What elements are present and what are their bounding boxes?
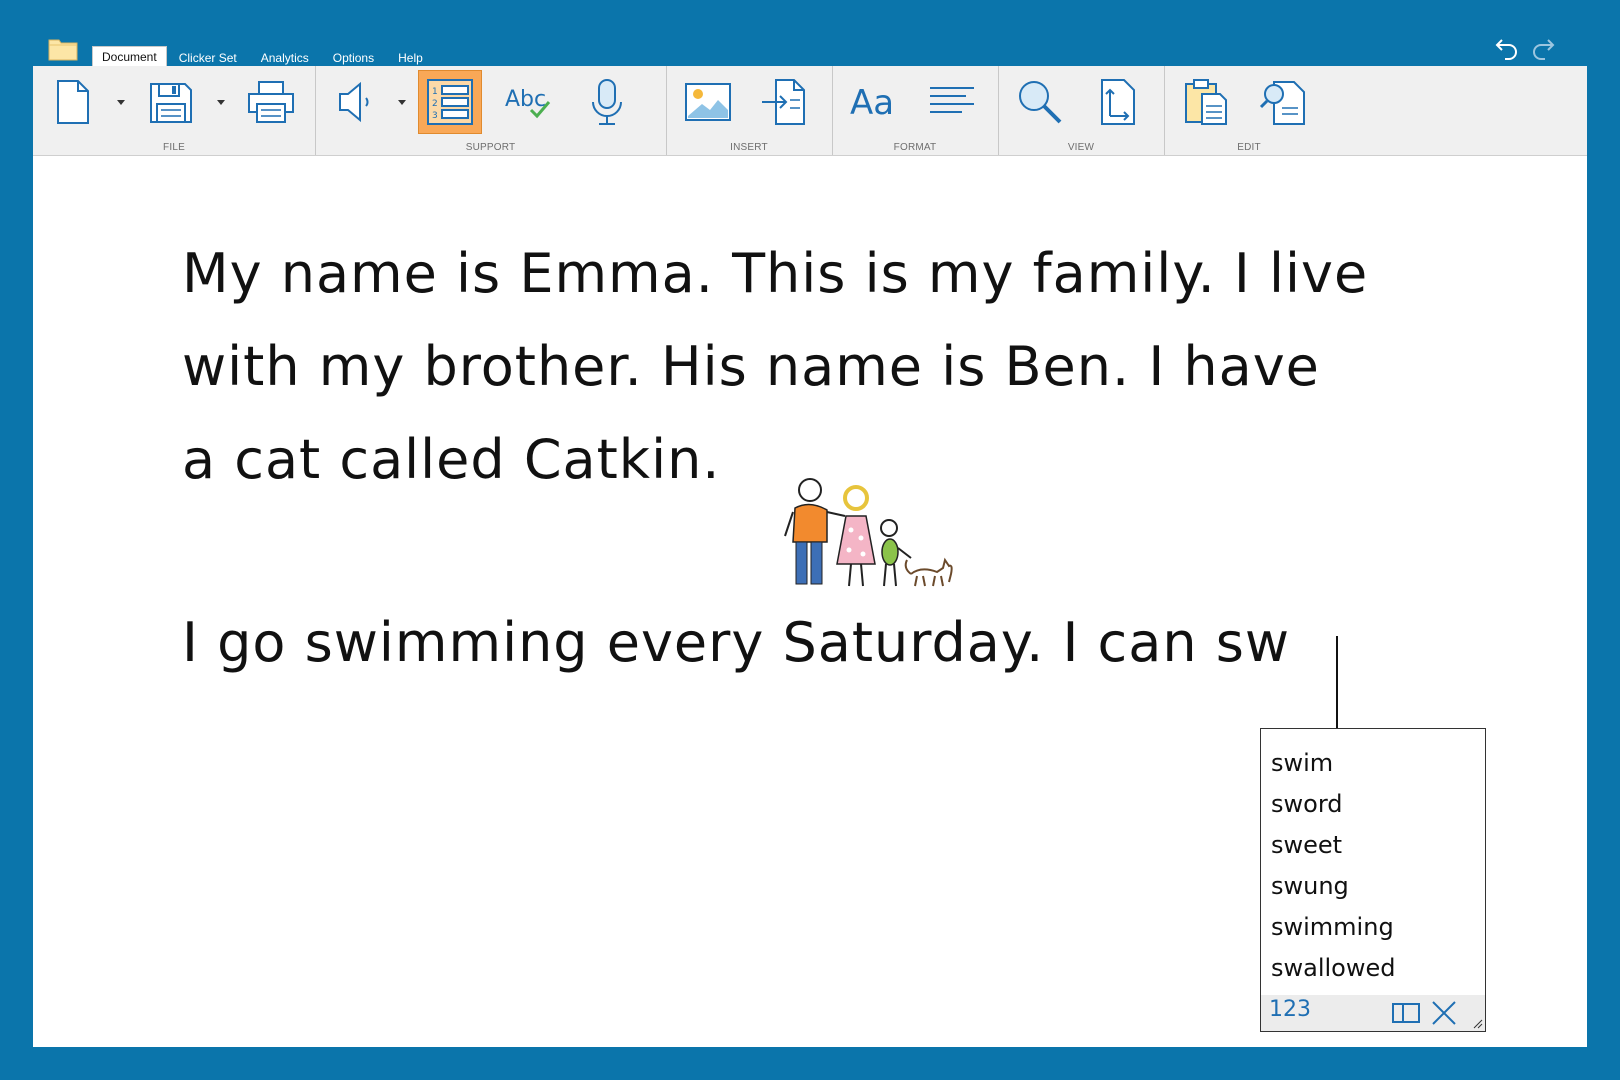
paragraph-2: I go swimming every Saturday. I can sw (182, 596, 1290, 689)
insert-group-label: INSERT (730, 142, 768, 153)
format-group-label: FORMAT (893, 142, 937, 153)
svg-text:Aa: Aa (850, 83, 894, 123)
prediction-item[interactable]: swim (1271, 743, 1485, 784)
speaker-icon (339, 81, 369, 123)
find-button[interactable] (1252, 70, 1316, 134)
prediction-list: swim sword sweet swung swimming swallowe… (1261, 729, 1485, 989)
edit-group-label: EDIT (1237, 142, 1261, 153)
prediction-toolbar: 123 (1261, 995, 1485, 1031)
redo-icon[interactable] (1530, 36, 1556, 60)
text-line: with my brother. His name is Ben. I have (182, 335, 1320, 398)
new-document-button[interactable] (40, 70, 104, 134)
text-line: My name is Emma. This is my family. I li… (182, 242, 1369, 305)
new-document-icon (57, 80, 89, 124)
paragraph-button[interactable] (920, 70, 984, 134)
insert-group: INSERT (666, 66, 833, 155)
dictation-button[interactable] (575, 70, 639, 134)
resize-grip-icon[interactable] (1473, 1019, 1483, 1029)
family-picture (784, 478, 953, 587)
word-list-icon: 1 2 3 (427, 79, 473, 125)
support-group-label: SUPPORT (465, 142, 516, 153)
svg-text:2: 2 (432, 99, 438, 109)
tab-document[interactable]: Document (92, 46, 167, 67)
file-group-label: FILE (163, 142, 185, 153)
tab-clicker-set[interactable]: Clicker Set (167, 48, 249, 67)
spellcheck-icon: Abc (505, 87, 551, 119)
font-button[interactable]: Aa (842, 70, 906, 134)
view-group: VIEW (998, 66, 1165, 155)
tab-analytics[interactable]: Analytics (249, 48, 321, 67)
spellcheck-button[interactable]: Abc (497, 70, 561, 134)
ribbon-toolbar: FILE 1 2 3 Abc SUPPORT INSERT Aa FORMAT … (33, 66, 1587, 156)
insert-file-button[interactable] (754, 70, 818, 134)
paste-button[interactable] (1174, 70, 1238, 134)
file-group: FILE (33, 66, 316, 155)
close-icon[interactable] (1429, 1000, 1459, 1026)
insert-picture-button[interactable] (676, 70, 740, 134)
new-dropdown-icon[interactable] (115, 96, 127, 108)
support-group: 1 2 3 Abc SUPPORT (315, 66, 667, 155)
prediction-item[interactable]: sword (1271, 784, 1485, 825)
print-icon (248, 81, 294, 123)
page-size-icon (1101, 79, 1135, 125)
folder-icon[interactable] (48, 37, 78, 61)
text-cursor (1336, 636, 1338, 731)
text-line: I go swimming every Saturday. I can sw (182, 611, 1291, 674)
dock-panel-icon[interactable] (1391, 1000, 1421, 1026)
view-group-label: VIEW (1067, 142, 1095, 153)
microphone-icon (592, 79, 622, 125)
speech-button[interactable] (324, 70, 388, 134)
svg-text:1: 1 (432, 87, 438, 97)
font-icon: Aa (850, 83, 894, 123)
tab-options[interactable]: Options (321, 48, 386, 67)
paragraph-1: My name is Emma. This is my family. I li… (182, 227, 1368, 506)
insert-file-icon (762, 79, 805, 125)
paragraph-icon (930, 87, 974, 113)
prediction-item[interactable]: sweet (1271, 825, 1485, 866)
prediction-item[interactable]: swallowed (1271, 948, 1485, 989)
edit-group: EDIT (1164, 66, 1334, 155)
prediction-item[interactable]: swimming (1271, 907, 1485, 948)
zoom-icon (1019, 81, 1062, 124)
find-icon (1259, 81, 1305, 125)
insert-picture-icon (685, 83, 731, 121)
print-button[interactable] (239, 70, 303, 134)
save-dropdown-icon[interactable] (215, 96, 227, 108)
svg-text:3: 3 (432, 111, 438, 121)
svg-text:Abc: Abc (505, 87, 546, 112)
word-list-button[interactable]: 1 2 3 (418, 70, 482, 134)
save-icon (150, 83, 192, 123)
save-button[interactable] (139, 70, 203, 134)
prediction-item[interactable]: swung (1271, 866, 1485, 907)
undo-redo-controls (1494, 36, 1556, 60)
speech-dropdown-icon[interactable] (396, 96, 408, 108)
format-group: Aa FORMAT (832, 66, 999, 155)
menu-tabs: Document Clicker Set Analytics Options H… (92, 46, 435, 67)
tab-help[interactable]: Help (386, 48, 435, 67)
number-prediction-button[interactable]: 123 (1269, 997, 1311, 1022)
undo-icon[interactable] (1494, 36, 1520, 60)
word-prediction-popup: swim sword sweet swung swimming swallowe… (1260, 728, 1486, 1032)
page-size-button[interactable] (1086, 70, 1150, 134)
paste-icon (1185, 79, 1227, 125)
zoom-button[interactable] (1008, 70, 1072, 134)
